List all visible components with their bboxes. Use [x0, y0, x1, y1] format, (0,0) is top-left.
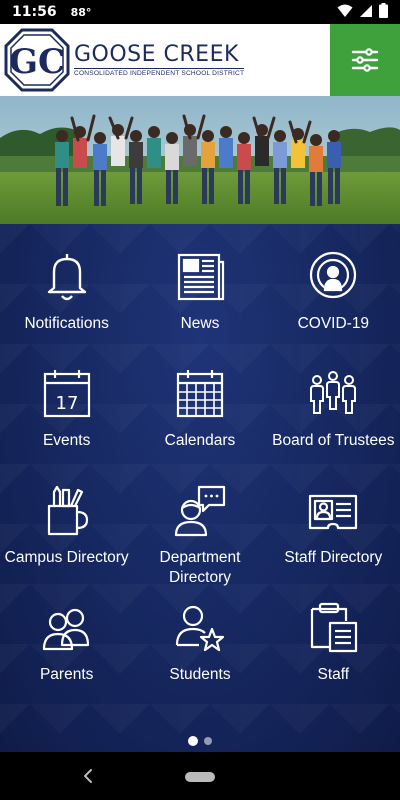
status-icons — [337, 3, 388, 21]
tile-campus-directory[interactable]: Campus Directory — [0, 484, 133, 601]
tile-label: News — [180, 315, 220, 332]
logo-subtitle: Consolidated Independent School District — [74, 67, 245, 77]
tile-department-directory[interactable]: Department Directory — [133, 484, 266, 601]
two-people-icon — [42, 608, 89, 651]
calendar-grid-icon — [176, 370, 224, 418]
tile-label: Board of Trustees — [272, 432, 395, 449]
tile-label: Campus Directory — [4, 549, 129, 566]
district-logo[interactable]: GC GOOSE CREEK Consolidated Independent … — [4, 28, 245, 92]
tile-staff-directory[interactable]: Staff Directory — [267, 484, 400, 601]
page-dot[interactable] — [204, 737, 212, 745]
students-group-image — [0, 96, 400, 224]
main-menu-panel: Notifications News COVID-19 17 Events Ca… — [0, 224, 400, 752]
person-star-icon — [175, 605, 225, 652]
hero-photo — [0, 96, 400, 224]
tile-students[interactable]: Students — [133, 601, 266, 718]
newspaper-icon — [177, 253, 225, 301]
tile-staff[interactable]: Staff — [267, 601, 400, 718]
logo-letters: GC — [9, 42, 65, 82]
bell-icon — [47, 254, 86, 301]
page-dot-active[interactable] — [188, 736, 198, 746]
menu-button[interactable] — [330, 24, 400, 96]
chat-person-icon — [174, 485, 226, 537]
tile-label: Notifications — [24, 315, 109, 332]
status-bar: 11:56 88° — [0, 0, 400, 24]
tile-label: Department Directory — [159, 549, 241, 586]
tile-calendars[interactable]: Calendars — [133, 367, 266, 484]
broadcast-icon — [310, 251, 357, 299]
back-icon[interactable] — [76, 764, 100, 788]
tile-label: Staff Directory — [284, 549, 383, 566]
battery-icon — [379, 3, 388, 21]
app-header: GC GOOSE CREEK Consolidated Independent … — [0, 24, 400, 96]
event-day-number: 17 — [55, 393, 78, 414]
tile-parents[interactable]: Parents — [0, 601, 133, 718]
status-time: 11:56 — [12, 4, 57, 20]
home-pill-button[interactable] — [185, 772, 215, 782]
page-indicator — [0, 736, 400, 746]
tile-label: Staff — [317, 666, 350, 683]
people-group-icon — [310, 371, 357, 414]
gc-logo-icon: GC — [4, 28, 70, 92]
wifi-icon — [337, 4, 353, 21]
pencil-cup-icon — [47, 485, 88, 536]
system-nav-bar — [0, 752, 400, 800]
tile-label: Students — [169, 666, 231, 683]
signal-icon — [359, 4, 373, 21]
sliders-icon — [351, 48, 379, 72]
tile-label: Parents — [39, 666, 94, 683]
clipboard-icon — [311, 602, 358, 653]
id-card-icon — [309, 494, 358, 530]
tile-board-of-trustees[interactable]: Board of Trustees — [267, 367, 400, 484]
tile-news[interactable]: News — [133, 250, 266, 367]
tile-label: Events — [42, 432, 91, 449]
tile-covid-19[interactable]: COVID-19 — [267, 250, 400, 367]
tile-label: Calendars — [164, 432, 236, 449]
menu-grid: Notifications News COVID-19 17 Events Ca… — [0, 250, 400, 718]
calendar-day-icon: 17 — [43, 370, 90, 418]
tile-label: COVID-19 — [297, 315, 370, 332]
logo-title: GOOSE CREEK — [74, 41, 239, 67]
status-temperature: 88° — [70, 5, 92, 19]
tile-events[interactable]: 17 Events — [0, 367, 133, 484]
tile-notifications[interactable]: Notifications — [0, 250, 133, 367]
